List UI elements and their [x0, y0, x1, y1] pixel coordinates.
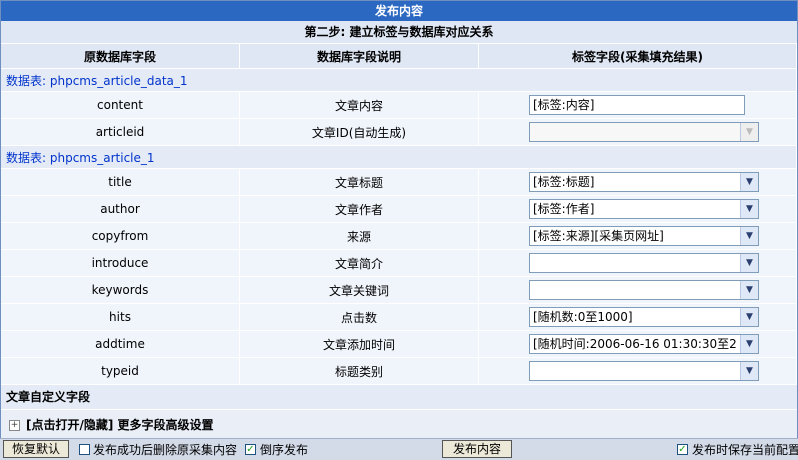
field-name: typeid [1, 357, 240, 385]
table-group-row: 数据表: phpcms_article_1 [1, 145, 797, 169]
table-group-label: 数据表: phpcms_article_data_1 [1, 68, 797, 92]
field-name: content [1, 91, 240, 119]
table-row: copyfrom 来源 [标签:来源][采集页网址] ▼ [1, 222, 797, 250]
copyfrom-tag-select[interactable]: [标签:来源][采集页网址] ▼ [529, 226, 759, 246]
select-value: [标签:来源][采集页网址] [533, 229, 664, 243]
chevron-down-icon: ▼ [740, 173, 758, 191]
field-description: 文章关键词 [239, 276, 479, 304]
delete-after-publish-label[interactable]: 发布成功后删除原采集内容 [93, 442, 237, 458]
save-config-checkbox[interactable]: ✓ [677, 444, 688, 455]
restore-default-button[interactable]: 恢复默认 [3, 440, 69, 458]
table-header: 原数据库字段 数据库字段说明 标签字段(采集填充结果) [1, 44, 797, 69]
select-value: [标签:作者] [533, 202, 595, 216]
typeid-tag-select[interactable]: ▼ [529, 361, 759, 381]
table-group-row: 数据表: phpcms_article_data_1 [1, 68, 797, 92]
title-tag-select[interactable]: [标签:标题] ▼ [529, 172, 759, 192]
table-row: typeid 标题类别 ▼ [1, 357, 797, 385]
field-name: author [1, 195, 240, 223]
introduce-tag-select[interactable]: ▼ [529, 253, 759, 273]
expand-plus-icon[interactable]: + [9, 420, 20, 431]
articleid-tag-select[interactable]: ▼ [529, 122, 759, 142]
field-mapping-table: 原数据库字段 数据库字段说明 标签字段(采集填充结果) 数据表: phpcms_… [1, 44, 797, 385]
delete-after-publish-checkbox[interactable] [79, 444, 90, 455]
content-tag-input[interactable]: [标签:内容] [529, 95, 745, 115]
table-group-label: 数据表: phpcms_article_1 [1, 145, 797, 169]
field-description: 文章标题 [239, 168, 479, 196]
field-name: articleid [1, 118, 240, 146]
chevron-down-icon: ▼ [740, 281, 758, 299]
field-description: 文章内容 [239, 91, 479, 119]
advanced-settings-label[interactable]: [点击打开/隐藏] 更多字段高级设置 [26, 418, 214, 432]
addtime-tag-select[interactable]: [随机时间:2006-06-16 01:30:30至2 ▼ [529, 334, 759, 354]
publish-button[interactable]: 发布内容 [442, 440, 512, 458]
chevron-down-icon: ▼ [740, 227, 758, 245]
header-source-field: 原数据库字段 [1, 44, 240, 69]
header-field-description: 数据库字段说明 [239, 44, 479, 69]
publish-panel: 发布内容 第二步: 建立标签与数据库对应关系 原数据库字段 数据库字段说明 标签… [0, 0, 798, 440]
table-row: keywords 文章关键词 ▼ [1, 276, 797, 304]
header-tag-field: 标签字段(采集填充结果) [478, 44, 797, 69]
field-name: copyfrom [1, 222, 240, 250]
field-description: 标题类别 [239, 357, 479, 385]
select-value: [随机数:0至1000] [533, 310, 633, 324]
chevron-down-icon: ▼ [740, 254, 758, 272]
keywords-tag-select[interactable]: ▼ [529, 280, 759, 300]
chevron-down-icon: ▼ [740, 123, 758, 141]
chevron-down-icon: ▼ [740, 200, 758, 218]
table-row: hits 点击数 [随机数:0至1000] ▼ [1, 303, 797, 331]
custom-fields-heading: 文章自定义字段 [1, 385, 797, 410]
table-row: introduce 文章简介 ▼ [1, 249, 797, 277]
field-description: 文章简介 [239, 249, 479, 277]
author-tag-select[interactable]: [标签:作者] ▼ [529, 199, 759, 219]
reverse-order-label[interactable]: 倒序发布 [260, 442, 308, 458]
bottom-toolbar: 恢复默认 发布成功后删除原采集内容 ✓ 倒序发布 发布内容 ✓ 发布时保存当前配… [0, 438, 798, 460]
chevron-down-icon: ▼ [740, 308, 758, 326]
table-row: articleid 文章ID(自动生成) ▼ [1, 118, 797, 146]
field-name: title [1, 168, 240, 196]
chevron-down-icon: ▼ [740, 362, 758, 380]
hits-tag-select[interactable]: [随机数:0至1000] ▼ [529, 307, 759, 327]
step-heading: 第二步: 建立标签与数据库对应关系 [1, 21, 797, 44]
table-row: author 文章作者 [标签:作者] ▼ [1, 195, 797, 223]
table-row: content 文章内容 [标签:内容] [1, 91, 797, 119]
field-description: 来源 [239, 222, 479, 250]
field-name: keywords [1, 276, 240, 304]
save-config-label[interactable]: 发布时保存当前配置 [692, 442, 798, 458]
field-description: 文章作者 [239, 195, 479, 223]
panel-title: 发布内容 [1, 1, 797, 21]
field-description: 文章ID(自动生成) [239, 118, 479, 146]
table-row: title 文章标题 [标签:标题] ▼ [1, 168, 797, 196]
select-value: [标签:标题] [533, 175, 595, 189]
reverse-order-checkbox[interactable]: ✓ [245, 444, 256, 455]
chevron-down-icon: ▼ [740, 335, 758, 353]
field-name: addtime [1, 330, 240, 358]
table-row: addtime 文章添加时间 [随机时间:2006-06-16 01:30:30… [1, 330, 797, 358]
advanced-settings-toggle[interactable]: + [点击打开/隐藏] 更多字段高级设置 [1, 410, 797, 440]
field-name: introduce [1, 249, 240, 277]
select-value: [随机时间:2006-06-16 01:30:30至2 [533, 337, 737, 351]
field-description: 点击数 [239, 303, 479, 331]
field-name: hits [1, 303, 240, 331]
field-description: 文章添加时间 [239, 330, 479, 358]
